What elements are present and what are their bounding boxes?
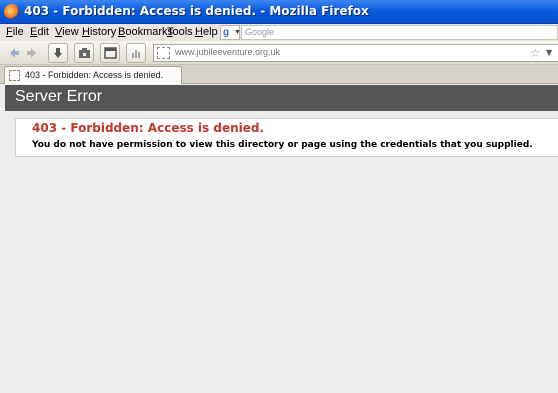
- page-content: Server Error 403 - Forbidden: Access is …: [0, 85, 558, 393]
- page-header-title: Server Error: [15, 88, 103, 105]
- stats-icon: [132, 50, 140, 58]
- menu-tools[interactable]: Tools: [167, 26, 193, 38]
- forward-arrow-icon: [27, 48, 36, 58]
- error-box: 403 - Forbidden: Access is denied. You d…: [15, 118, 558, 157]
- menu-edit[interactable]: Edit: [30, 26, 49, 38]
- server-error-header: Server Error: [5, 85, 558, 111]
- stats-button[interactable]: [126, 43, 146, 63]
- dropdown-arrow-icon: ▼: [234, 29, 241, 36]
- window-button[interactable]: [100, 43, 120, 63]
- navigation-toolbar: www.jubileeventure.org.uk ☆ ▼: [0, 41, 558, 65]
- forward-button[interactable]: [22, 43, 42, 63]
- bookmark-star-icon[interactable]: ☆: [530, 46, 541, 60]
- error-title: 403 - Forbidden: Access is denied.: [32, 121, 265, 135]
- url-text: www.jubileeventure.org.uk: [175, 47, 281, 57]
- firefox-logo-icon: [4, 4, 20, 20]
- menu-history[interactable]: History: [82, 26, 116, 38]
- menu-file[interactable]: File: [6, 26, 24, 38]
- error-message: You do not have permission to view this …: [32, 140, 533, 150]
- home-button[interactable]: [74, 43, 94, 63]
- menu-bar: File Edit View History Bookmarks Tools H…: [0, 24, 558, 41]
- search-engine-selector[interactable]: g ▼: [220, 25, 241, 40]
- menu-help[interactable]: Help: [195, 26, 218, 38]
- back-arrow-icon: [10, 48, 19, 58]
- download-icon: [54, 48, 62, 58]
- window-icon: [103, 47, 117, 59]
- url-dropdown-icon[interactable]: ▼: [546, 48, 552, 57]
- window-titlebar: 403 - Forbidden: Access is denied. - Moz…: [0, 0, 558, 24]
- url-bar[interactable]: www.jubileeventure.org.uk ☆ ▼: [153, 44, 558, 62]
- tab-active[interactable]: 403 - Forbidden: Access is denied.: [4, 66, 182, 84]
- page-icon: [157, 47, 170, 59]
- menu-view[interactable]: View: [55, 26, 79, 38]
- home-icon: [78, 48, 90, 58]
- window-title: 403 - Forbidden: Access is denied. - Moz…: [24, 4, 369, 18]
- search-input[interactable]: Google: [241, 25, 558, 40]
- google-icon: g: [223, 27, 230, 38]
- back-button[interactable]: [4, 43, 24, 63]
- download-button[interactable]: [48, 43, 68, 63]
- tab-strip: 403 - Forbidden: Access is denied.: [0, 65, 558, 84]
- page-icon: [9, 70, 20, 81]
- tab-label: 403 - Forbidden: Access is denied.: [25, 70, 164, 80]
- menu-bookmarks[interactable]: Bookmarks: [118, 26, 173, 38]
